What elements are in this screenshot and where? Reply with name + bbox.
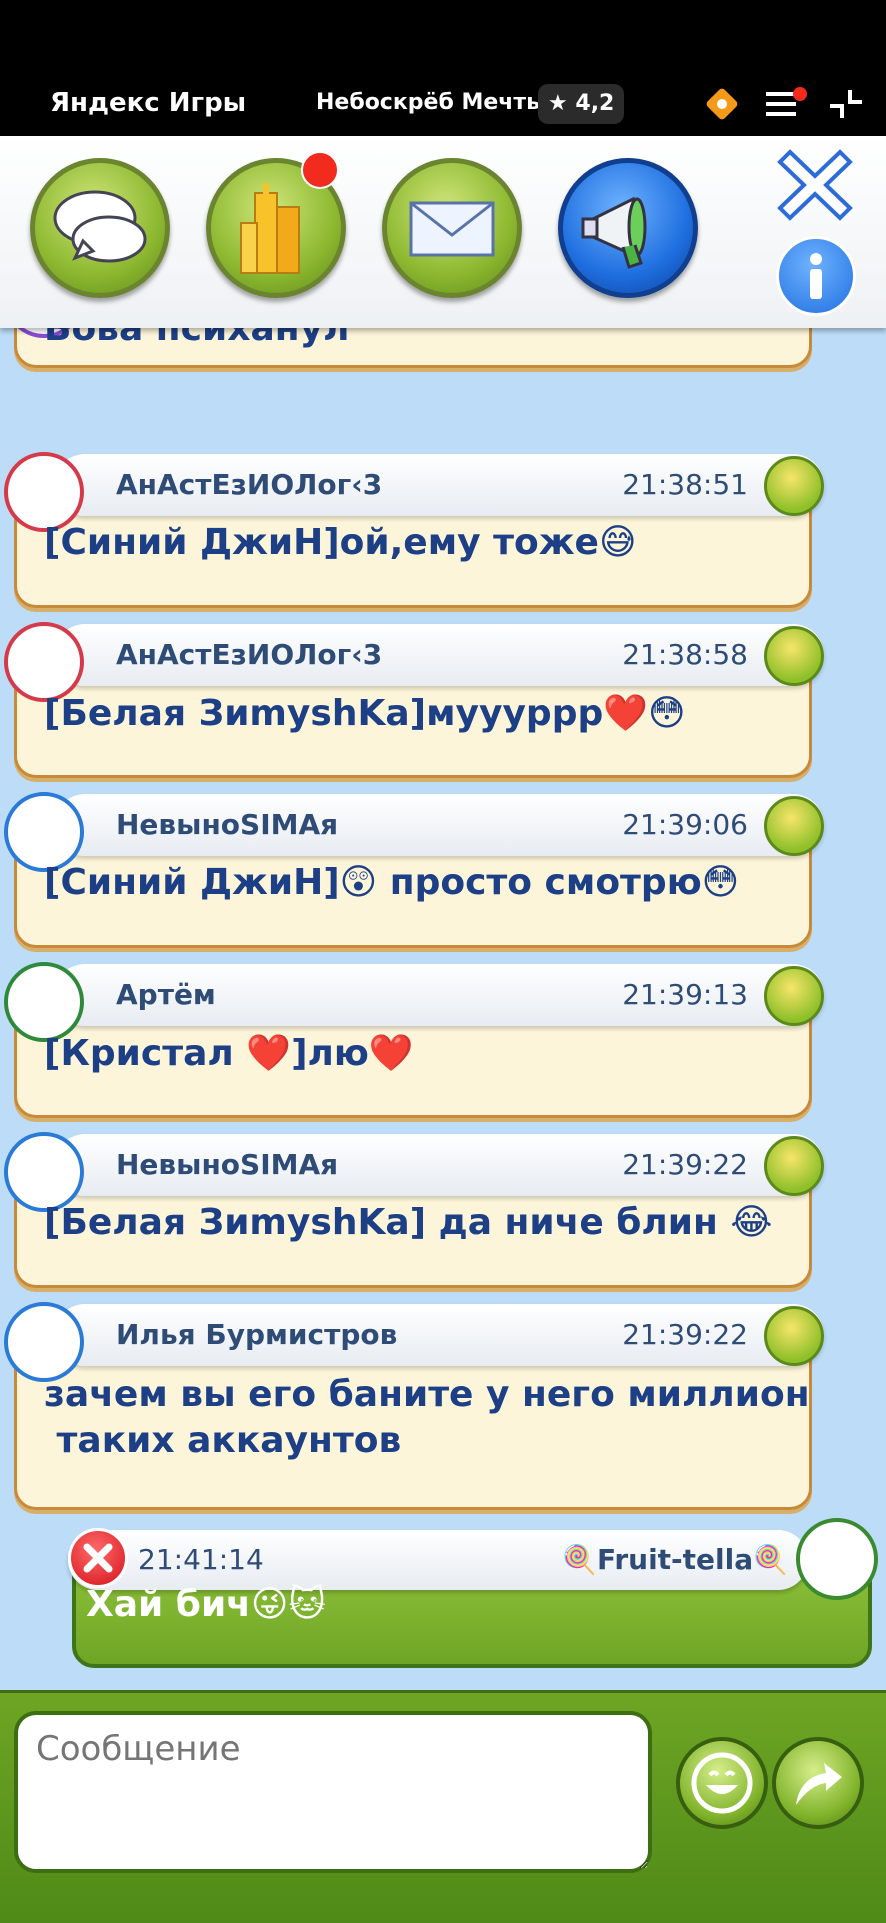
message-header: НевыноSIMAя 21:39:22 xyxy=(54,1134,824,1196)
yandex-games-brand[interactable]: Яндекс Игры xyxy=(50,88,246,118)
avatar[interactable] xyxy=(4,792,84,872)
own-message-time: 21:41:14 xyxy=(138,1543,264,1576)
message-text: [Кристал ❤️]лю❤️ xyxy=(44,1033,414,1074)
message-input[interactable] xyxy=(14,1711,652,1873)
message-text: Вова психанул xyxy=(44,328,350,349)
chat-message: АнАстЕзИОЛог‹3 21:38:58 [Белая ЗиmyshKa]… xyxy=(4,622,824,784)
own-message-text: Хай бич😜🐱 xyxy=(86,1584,326,1625)
promo-icon[interactable] xyxy=(702,84,742,128)
send-button[interactable] xyxy=(772,1737,864,1829)
message-header: АнАстЕзИОЛог‹3 21:38:51 xyxy=(54,454,824,516)
message-author[interactable]: Артём xyxy=(116,978,216,1011)
megaphone-icon xyxy=(581,196,647,269)
avatar[interactable] xyxy=(4,622,84,702)
chat-button[interactable] xyxy=(30,158,170,298)
message-author[interactable]: АнАстЕзИОЛог‹3 xyxy=(116,638,382,671)
message-author[interactable]: НевыноSIMAя xyxy=(116,808,338,841)
status-bar xyxy=(0,0,886,84)
chat-message: НевыноSIMAя 21:39:06 [Синий ДжиН]😲 прост… xyxy=(4,792,824,954)
emoji-button[interactable] xyxy=(676,1737,768,1829)
message-time: 21:38:58 xyxy=(622,638,748,671)
message-text: зачем вы его баните у него миллион таких… xyxy=(44,1374,810,1461)
announce-button[interactable] xyxy=(558,158,698,298)
reply-icon[interactable] xyxy=(764,1306,824,1366)
avatar[interactable] xyxy=(4,962,84,1042)
delete-message-button[interactable] xyxy=(68,1528,128,1588)
message-time: 21:38:51 xyxy=(622,468,748,501)
avatar[interactable] xyxy=(4,1302,84,1382)
mail-button[interactable] xyxy=(382,158,522,298)
game-toolbar xyxy=(0,136,886,328)
message-header: Артём 21:39:13 xyxy=(54,964,824,1026)
send-arrow-icon xyxy=(796,1763,842,1805)
reply-icon[interactable] xyxy=(764,1136,824,1196)
chat-message: НевыноSIMAя 21:39:22 [Белая ЗиmyshKa] да… xyxy=(4,1132,824,1294)
chat-message: Илья Бурмистров 21:39:22 зачем вы его ба… xyxy=(4,1302,824,1514)
own-message: 21:41:14 🍭Fruit-tella🍭 Хай бич😜🐱 xyxy=(68,1518,878,1678)
avatar[interactable] xyxy=(4,452,84,532)
delete-icon xyxy=(83,1543,113,1573)
reply-icon[interactable] xyxy=(764,966,824,1026)
chat-icon xyxy=(53,190,147,263)
smiley-icon xyxy=(691,1752,753,1814)
chat-message: АнАстЕзИОЛог‹3 21:38:51 [Синий ДжиН]ой,е… xyxy=(4,452,824,614)
message-text: [Синий ДжиН]😲 просто смотрю😳 xyxy=(44,862,740,903)
close-button[interactable] xyxy=(776,146,854,224)
close-icon xyxy=(777,149,853,221)
menu-icon[interactable] xyxy=(764,84,808,128)
message-text: [Белая ЗиmyshKa] да ниче блин 😂 xyxy=(44,1202,773,1243)
yandex-games-bar: Яндекс Игры Небоскрёб Мечты ★ 4,2 xyxy=(0,84,886,136)
info-button[interactable] xyxy=(776,236,856,316)
message-text: [Синий ДжиН]ой,ему тоже😅 xyxy=(44,522,637,563)
own-message-author[interactable]: 🍭Fruit-tella🍭 xyxy=(562,1543,788,1576)
rating-badge[interactable]: ★ 4,2 xyxy=(538,84,625,124)
message-author[interactable]: Илья Бурмистров xyxy=(116,1318,397,1351)
message-author[interactable]: НевыноSIMAя xyxy=(116,1148,338,1181)
message-header: Илья Бурмистров 21:39:22 xyxy=(54,1304,824,1366)
message-header: АнАстЕзИОЛог‹3 21:38:58 xyxy=(54,624,824,686)
mail-icon xyxy=(409,201,495,257)
message-author[interactable]: АнАстЕзИОЛог‹3 xyxy=(116,468,382,501)
message-time: 21:39:13 xyxy=(622,978,748,1011)
own-avatar[interactable] xyxy=(796,1518,878,1600)
message-time: 21:39:22 xyxy=(622,1148,748,1181)
message-text: [Белая ЗиmyshKa]муууррр❤️😳 xyxy=(44,693,686,734)
game-title: Небоскрёб Мечты xyxy=(316,90,547,115)
chat-feed[interactable]: Вова психанул АнАстЕзИОЛог‹3 21:38:51 [С… xyxy=(0,328,886,1688)
avatar[interactable] xyxy=(4,1132,84,1212)
reply-icon[interactable] xyxy=(764,796,824,856)
message-time: 21:39:22 xyxy=(622,1318,748,1351)
chat-message: Вова психанул xyxy=(4,328,816,388)
message-time: 21:39:06 xyxy=(622,808,748,841)
message-composer xyxy=(0,1690,886,1923)
reply-icon[interactable] xyxy=(764,626,824,686)
collapse-icon[interactable] xyxy=(826,84,866,128)
message-header: НевыноSIMAя 21:39:06 xyxy=(54,794,824,856)
chat-message: Артём 21:39:13 [Кристал ❤️]лю❤️ xyxy=(4,962,824,1124)
notification-dot xyxy=(301,151,339,189)
skyscraper-button[interactable] xyxy=(206,151,346,298)
info-icon xyxy=(810,253,822,299)
reply-icon[interactable] xyxy=(764,456,824,516)
